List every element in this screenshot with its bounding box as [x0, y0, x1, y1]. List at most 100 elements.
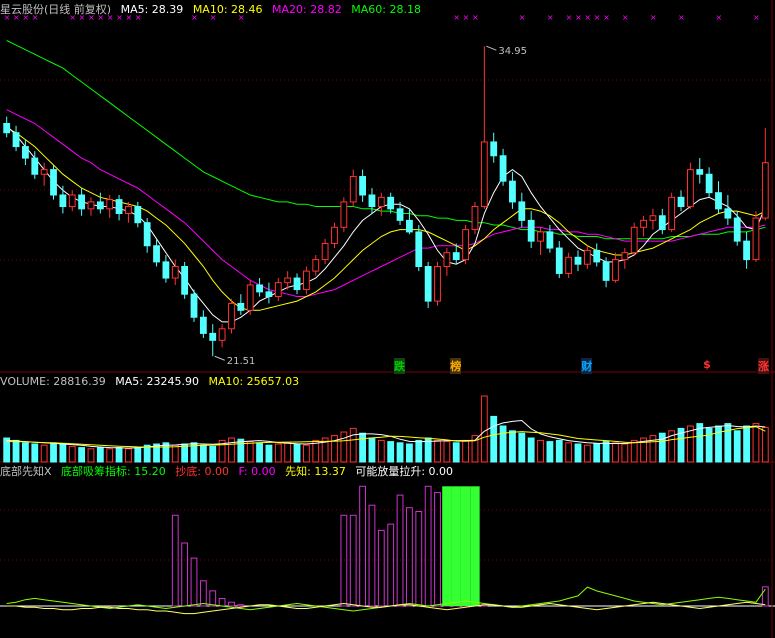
- absorb-bar: [190, 557, 198, 607]
- volume-bar: [555, 439, 563, 463]
- candle-body: [274, 282, 282, 297]
- candle-body: [237, 302, 245, 311]
- candle-body: [22, 146, 29, 159]
- signal-marker: ×: [622, 13, 629, 22]
- candle-body: [565, 256, 573, 274]
- candle-body: [359, 176, 366, 196]
- absorb-bar: [424, 485, 432, 607]
- foresee-line: [6, 586, 766, 612]
- candle-body: [106, 199, 114, 210]
- volume-ma5-label: MA5: 23245.90: [115, 375, 199, 388]
- candle-body: [396, 208, 404, 221]
- candle-body: [686, 169, 694, 208]
- signal-marker: ×: [463, 13, 470, 22]
- volume-bar: [565, 442, 573, 463]
- stock-name[interactable]: 星云股份(日线 前复权): [0, 3, 111, 16]
- volume-bar: [377, 439, 385, 463]
- price-header: 星云股份(日线 前复权) MA5: 28.39 MA10: 28.46 MA20…: [0, 3, 427, 17]
- event-marker[interactable]: 榜: [450, 358, 462, 374]
- candle-body: [518, 201, 526, 221]
- volume-bar: [50, 442, 57, 463]
- signal-marker: ×: [519, 13, 526, 22]
- volume-bar: [630, 439, 638, 463]
- candle-body: [387, 196, 395, 210]
- signal-marker: ×: [753, 13, 760, 22]
- signal-marker: ×: [594, 13, 601, 22]
- volume-bar: [228, 437, 235, 463]
- event-marker[interactable]: $: [703, 358, 711, 371]
- bottom-line: [6, 601, 766, 615]
- candle-body: [293, 277, 301, 291]
- volume-bar: [134, 447, 142, 463]
- volume-bar: [583, 444, 591, 463]
- lift-bar: [470, 486, 480, 606]
- volume-bar: [68, 445, 76, 463]
- foresee-label: 先知: 13.37: [285, 465, 346, 478]
- lift-bar: [442, 486, 452, 606]
- volume-bar: [387, 441, 395, 463]
- candle-body: [302, 270, 310, 291]
- indicator-name[interactable]: 底部先知X: [0, 465, 52, 478]
- volume-bar: [415, 439, 423, 463]
- absorb-bar: [209, 590, 217, 607]
- absorb-bar: [415, 511, 423, 607]
- volume-bar: [40, 444, 48, 463]
- event-marker[interactable]: 跌: [394, 358, 406, 374]
- event-marker[interactable]: 财: [581, 358, 593, 374]
- signal-marker: ×: [566, 13, 573, 22]
- absorb-bar: [237, 604, 245, 607]
- lift-bar: [451, 486, 461, 606]
- candle-body: [96, 201, 104, 210]
- candle-body: [368, 194, 376, 208]
- volume-bar: [724, 423, 732, 463]
- signal-marker: ×: [575, 13, 582, 22]
- candle-body: [87, 201, 95, 210]
- volume-bar: [125, 448, 132, 463]
- lift-label: 可能放量拉升: 0.00: [355, 465, 454, 478]
- candle-body: [733, 217, 741, 242]
- volume-bar: [115, 447, 123, 463]
- volume-bar: [209, 445, 217, 463]
- volume-bars: [3, 395, 769, 463]
- volume-bar: [396, 442, 404, 463]
- candle-body: [583, 249, 591, 265]
- volume-bar: [593, 443, 601, 463]
- candle-body: [143, 222, 151, 247]
- event-marker[interactable]: 涨: [758, 358, 769, 374]
- candle-body: [59, 194, 67, 208]
- absorb-bar: [218, 597, 226, 607]
- low-annotation: 21.51: [227, 356, 256, 367]
- candle-body: [321, 242, 329, 261]
- volume-bar: [462, 439, 470, 463]
- ma5-label: MA5: 28.39: [120, 3, 184, 16]
- volume-bar: [743, 425, 750, 463]
- candle-body: [593, 249, 601, 263]
- f-label: F: 0.00: [238, 465, 276, 478]
- indicator-bars: [171, 485, 769, 607]
- candle-body: [68, 194, 76, 208]
- candle-body: [209, 332, 217, 341]
- volume-bar: [705, 427, 713, 463]
- ma5-line: [6, 125, 766, 323]
- volume-bar: [143, 444, 151, 463]
- volume-bar: [518, 432, 526, 463]
- volume-bar: [499, 425, 507, 463]
- signal-marker: ×: [715, 13, 722, 22]
- candle-body: [434, 266, 441, 302]
- candle-body: [181, 266, 189, 295]
- volume-bar: [546, 441, 554, 463]
- signal-marker: ×: [584, 13, 591, 22]
- price-ma-lines: [6, 40, 766, 323]
- candle-body: [612, 259, 619, 281]
- signal-marker: ×: [678, 13, 685, 22]
- ma60-label: MA60: 28.18: [351, 3, 421, 16]
- candle-body: [490, 141, 498, 157]
- high-annotation: 34.95: [498, 46, 527, 57]
- signal-marker: ×: [453, 13, 460, 22]
- volume-bar: [106, 448, 114, 463]
- volume-bar: [537, 439, 544, 463]
- volume-bar: [59, 443, 67, 463]
- signal-marker: ×: [650, 13, 657, 22]
- candle-body: [50, 169, 57, 196]
- volume-header: VOLUME: 28816.39 MA5: 23245.90 MA10: 256…: [0, 375, 305, 389]
